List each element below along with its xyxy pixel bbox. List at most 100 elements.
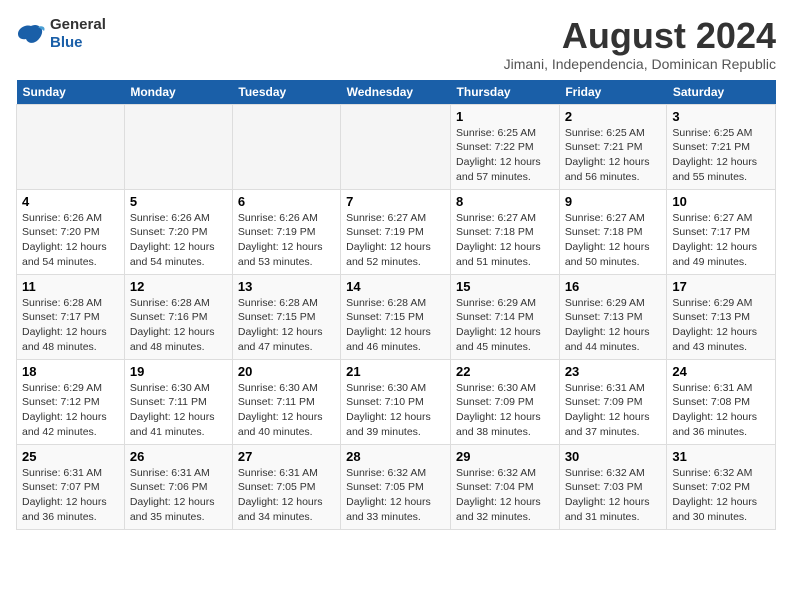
day-info: Sunrise: 6:25 AMSunset: 7:21 PMDaylight:… xyxy=(672,126,770,185)
day-number: 26 xyxy=(130,449,227,464)
day-info: Sunrise: 6:28 AMSunset: 7:17 PMDaylight:… xyxy=(22,296,119,355)
calendar-cell: 3 Sunrise: 6:25 AMSunset: 7:21 PMDaylight… xyxy=(667,104,776,189)
day-number: 28 xyxy=(346,449,445,464)
day-number: 9 xyxy=(565,194,662,209)
calendar-cell: 31Sunrise: 6:32 AMSunset: 7:02 PMDayligh… xyxy=(667,444,776,529)
day-number: 23 xyxy=(565,364,662,379)
calendar-table: SundayMondayTuesdayWednesdayThursdayFrid… xyxy=(16,80,776,530)
day-info: Sunrise: 6:28 AMSunset: 7:16 PMDaylight:… xyxy=(130,296,227,355)
day-info: Sunrise: 6:25 AMSunset: 7:21 PMDaylight:… xyxy=(565,126,662,185)
day-number: 20 xyxy=(238,364,335,379)
day-info: Sunrise: 6:30 AMSunset: 7:11 PMDaylight:… xyxy=(238,381,335,440)
day-number: 19 xyxy=(130,364,227,379)
calendar-cell: 16 Sunrise: 6:29 AMSunset: 7:13 PMDayligh… xyxy=(559,274,667,359)
day-number: 14 xyxy=(346,279,445,294)
calendar-cell xyxy=(124,104,232,189)
day-number: 21 xyxy=(346,364,445,379)
day-info: Sunrise: 6:27 AMSunset: 7:18 PMDaylight:… xyxy=(456,211,554,270)
day-info: Sunrise: 6:30 AMSunset: 7:11 PMDaylight:… xyxy=(130,381,227,440)
day-number: 13 xyxy=(238,279,335,294)
weekday-header-saturday: Saturday xyxy=(667,80,776,105)
day-number: 30 xyxy=(565,449,662,464)
calendar-header-row: SundayMondayTuesdayWednesdayThursdayFrid… xyxy=(17,80,776,105)
day-info: Sunrise: 6:32 AMSunset: 7:04 PMDaylight:… xyxy=(456,466,554,525)
calendar-cell: 25Sunrise: 6:31 AMSunset: 7:07 PMDayligh… xyxy=(17,444,125,529)
day-number: 17 xyxy=(672,279,770,294)
day-info: Sunrise: 6:31 AMSunset: 7:08 PMDaylight:… xyxy=(672,381,770,440)
logo: General Blue xyxy=(16,16,106,52)
day-info: Sunrise: 6:29 AMSunset: 7:14 PMDaylight:… xyxy=(456,296,554,355)
calendar-cell: 22 Sunrise: 6:30 AMSunset: 7:09 PMDayligh… xyxy=(451,359,560,444)
day-info: Sunrise: 6:26 AMSunset: 7:19 PMDaylight:… xyxy=(238,211,335,270)
day-number: 8 xyxy=(456,194,554,209)
day-number: 11 xyxy=(22,279,119,294)
weekday-header-tuesday: Tuesday xyxy=(232,80,340,105)
day-info: Sunrise: 6:28 AMSunset: 7:15 PMDaylight:… xyxy=(346,296,445,355)
calendar-week-row: 1 Sunrise: 6:25 AMSunset: 7:22 PMDaylight… xyxy=(17,104,776,189)
weekday-header-monday: Monday xyxy=(124,80,232,105)
calendar-week-row: 4Sunrise: 6:26 AMSunset: 7:20 PMDaylight… xyxy=(17,189,776,274)
weekday-header-thursday: Thursday xyxy=(451,80,560,105)
logo-bird-icon xyxy=(16,22,46,46)
day-info: Sunrise: 6:30 AMSunset: 7:10 PMDaylight:… xyxy=(346,381,445,440)
day-number: 25 xyxy=(22,449,119,464)
day-info: Sunrise: 6:30 AMSunset: 7:09 PMDaylight:… xyxy=(456,381,554,440)
day-number: 1 xyxy=(456,109,554,124)
calendar-cell: 5Sunrise: 6:26 AMSunset: 7:20 PMDaylight… xyxy=(124,189,232,274)
calendar-cell xyxy=(17,104,125,189)
calendar-cell: 6 Sunrise: 6:26 AMSunset: 7:19 PMDaylight… xyxy=(232,189,340,274)
day-info: Sunrise: 6:25 AMSunset: 7:22 PMDaylight:… xyxy=(456,126,554,185)
day-number: 3 xyxy=(672,109,770,124)
calendar-cell: 18 Sunrise: 6:29 AMSunset: 7:12 PMDayligh… xyxy=(17,359,125,444)
weekday-header-sunday: Sunday xyxy=(17,80,125,105)
calendar-cell: 9Sunrise: 6:27 AMSunset: 7:18 PMDaylight… xyxy=(559,189,667,274)
day-number: 24 xyxy=(672,364,770,379)
calendar-cell: 12 Sunrise: 6:28 AMSunset: 7:16 PMDayligh… xyxy=(124,274,232,359)
calendar-cell: 19 Sunrise: 6:30 AMSunset: 7:11 PMDayligh… xyxy=(124,359,232,444)
calendar-cell: 17 Sunrise: 6:29 AMSunset: 7:13 PMDayligh… xyxy=(667,274,776,359)
calendar-cell: 14 Sunrise: 6:28 AMSunset: 7:15 PMDayligh… xyxy=(341,274,451,359)
day-info: Sunrise: 6:27 AMSunset: 7:17 PMDaylight:… xyxy=(672,211,770,270)
day-info: Sunrise: 6:31 AMSunset: 7:06 PMDaylight:… xyxy=(130,466,227,525)
calendar-cell: 30 Sunrise: 6:32 AMSunset: 7:03 PMDayligh… xyxy=(559,444,667,529)
day-number: 29 xyxy=(456,449,554,464)
day-info: Sunrise: 6:29 AMSunset: 7:12 PMDaylight:… xyxy=(22,381,119,440)
weekday-header-wednesday: Wednesday xyxy=(341,80,451,105)
day-number: 31 xyxy=(672,449,770,464)
calendar-cell: 7 Sunrise: 6:27 AMSunset: 7:19 PMDaylight… xyxy=(341,189,451,274)
month-year-title: August 2024 xyxy=(504,16,776,56)
calendar-cell: 28Sunrise: 6:32 AMSunset: 7:05 PMDayligh… xyxy=(341,444,451,529)
calendar-cell: 15Sunrise: 6:29 AMSunset: 7:14 PMDayligh… xyxy=(451,274,560,359)
day-number: 22 xyxy=(456,364,554,379)
day-info: Sunrise: 6:29 AMSunset: 7:13 PMDaylight:… xyxy=(565,296,662,355)
title-area: August 2024 Jimani, Independencia, Domin… xyxy=(504,16,776,72)
day-info: Sunrise: 6:32 AMSunset: 7:03 PMDaylight:… xyxy=(565,466,662,525)
day-info: Sunrise: 6:29 AMSunset: 7:13 PMDaylight:… xyxy=(672,296,770,355)
calendar-cell: 4Sunrise: 6:26 AMSunset: 7:20 PMDaylight… xyxy=(17,189,125,274)
calendar-cell xyxy=(232,104,340,189)
day-number: 6 xyxy=(238,194,335,209)
calendar-cell: 27 Sunrise: 6:31 AMSunset: 7:05 PMDayligh… xyxy=(232,444,340,529)
day-number: 18 xyxy=(22,364,119,379)
day-info: Sunrise: 6:31 AMSunset: 7:05 PMDaylight:… xyxy=(238,466,335,525)
day-info: Sunrise: 6:28 AMSunset: 7:15 PMDaylight:… xyxy=(238,296,335,355)
calendar-cell: 26 Sunrise: 6:31 AMSunset: 7:06 PMDayligh… xyxy=(124,444,232,529)
calendar-cell: 24 Sunrise: 6:31 AMSunset: 7:08 PMDayligh… xyxy=(667,359,776,444)
calendar-cell: 20 Sunrise: 6:30 AMSunset: 7:11 PMDayligh… xyxy=(232,359,340,444)
day-number: 16 xyxy=(565,279,662,294)
day-number: 12 xyxy=(130,279,227,294)
day-info: Sunrise: 6:27 AMSunset: 7:19 PMDaylight:… xyxy=(346,211,445,270)
day-number: 7 xyxy=(346,194,445,209)
calendar-cell: 11 Sunrise: 6:28 AMSunset: 7:17 PMDayligh… xyxy=(17,274,125,359)
day-info: Sunrise: 6:31 AMSunset: 7:09 PMDaylight:… xyxy=(565,381,662,440)
logo-text: General Blue xyxy=(50,16,106,52)
day-number: 4 xyxy=(22,194,119,209)
day-number: 5 xyxy=(130,194,227,209)
day-number: 27 xyxy=(238,449,335,464)
calendar-week-row: 11 Sunrise: 6:28 AMSunset: 7:17 PMDayligh… xyxy=(17,274,776,359)
calendar-cell xyxy=(341,104,451,189)
day-number: 10 xyxy=(672,194,770,209)
calendar-cell: 13 Sunrise: 6:28 AMSunset: 7:15 PMDayligh… xyxy=(232,274,340,359)
header: General Blue August 2024 Jimani, Indepen… xyxy=(16,16,776,72)
calendar-week-row: 18 Sunrise: 6:29 AMSunset: 7:12 PMDayligh… xyxy=(17,359,776,444)
